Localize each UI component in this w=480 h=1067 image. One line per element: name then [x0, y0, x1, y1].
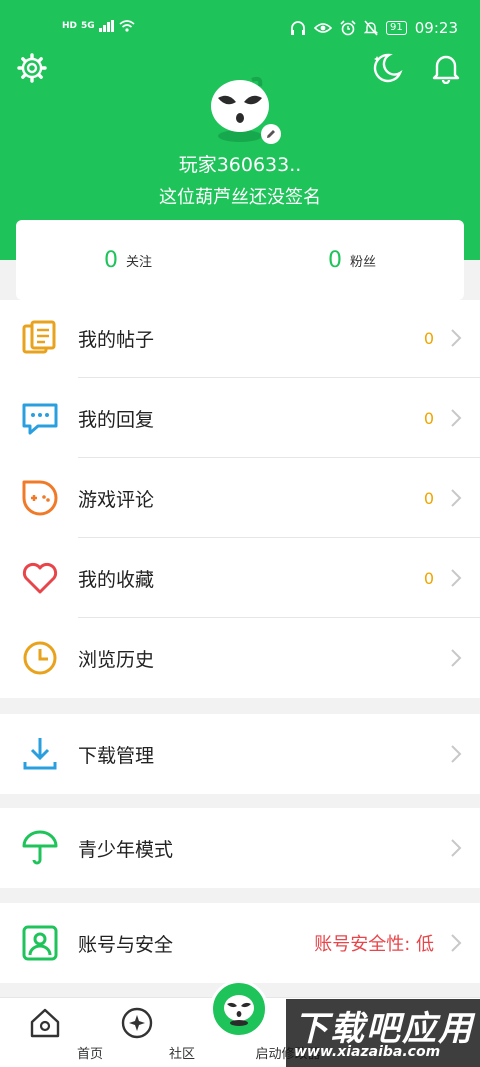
downloads-group: 下载管理: [0, 714, 480, 794]
menu-item-label: 账号与安全: [78, 933, 174, 956]
menu-item-label: 我的帖子: [78, 328, 155, 351]
menu-item-my-posts[interactable]: 我的帖子 0: [0, 300, 480, 378]
watermark-url: www.xiazaiba.com: [294, 1044, 441, 1060]
mute-icon: [364, 20, 379, 36]
menu-item-label: 青少年模式: [78, 838, 174, 861]
chevron-right-icon: [451, 745, 462, 763]
menu-item-label: 我的收藏: [78, 568, 155, 591]
menu-item-label: 下载管理: [78, 744, 155, 767]
followers-label: 粉丝: [349, 254, 376, 270]
chevron-right-icon: [451, 649, 462, 667]
username[interactable]: 玩家360633..: [0, 150, 480, 177]
tab-home[interactable]: 首页: [0, 998, 103, 1067]
security-level-text: 账号安全性: 低: [314, 934, 434, 955]
launcher-mascot-icon: [210, 980, 268, 1038]
account-user-icon: [22, 925, 58, 961]
content-menu-group: 我的帖子 0 我的回复 0 游戏评论 0 我的收藏 0 浏览历史: [0, 300, 480, 698]
menu-item-downloads[interactable]: 下载管理: [0, 714, 480, 794]
menu-item-label: 游戏评论: [78, 488, 155, 511]
posts-count: 0: [423, 328, 434, 348]
posts-document-icon: [22, 320, 56, 354]
replies-count: 0: [423, 408, 434, 428]
follow-stats-card: 0 关注 0 粉丝: [16, 220, 464, 300]
night-mode-moon-icon[interactable]: [366, 48, 406, 88]
following-label: 关注: [125, 254, 152, 270]
clock-icon: [23, 641, 57, 675]
tab-community[interactable]: 社区: [92, 998, 195, 1067]
following-count: 0: [103, 247, 118, 273]
menu-item-favorites[interactable]: 我的收藏 0: [0, 538, 480, 618]
notification-bell-icon[interactable]: [426, 48, 466, 88]
watermark: 下载吧应用 www.xiazaiba.com: [286, 999, 480, 1067]
wifi-icon: [119, 20, 135, 32]
menu-item-my-replies[interactable]: 我的回复 0: [0, 378, 480, 458]
account-group: 账号与安全 账号安全性: 低: [0, 903, 480, 983]
favorites-count: 0: [423, 568, 434, 588]
user-signature[interactable]: 这位葫芦丝还没签名: [0, 183, 480, 209]
gamepad-icon: [22, 480, 58, 516]
chevron-right-icon: [451, 329, 462, 347]
menu-item-label: 浏览历史: [78, 648, 155, 671]
settings-gear-icon[interactable]: [12, 48, 52, 88]
chevron-right-icon: [451, 934, 462, 952]
eye-icon: [314, 23, 333, 33]
tab-launch-modifier[interactable]: 启动修改器: [192, 980, 321, 1067]
chevron-right-icon: [451, 489, 462, 507]
watermark-title: 下载吧应用: [294, 1009, 474, 1049]
menu-item-history[interactable]: 浏览历史: [0, 618, 480, 698]
edit-profile-pencil-icon[interactable]: [261, 124, 281, 144]
chevron-right-icon: [451, 409, 462, 427]
reply-chat-bubble-icon: [22, 403, 58, 435]
alarm-icon: [340, 20, 356, 36]
community-sparkle-icon: [121, 1007, 153, 1039]
menu-item-teen-mode[interactable]: 青少年模式: [0, 808, 480, 888]
menu-item-label: 我的回复: [78, 408, 155, 431]
following-stat[interactable]: 0 关注: [16, 220, 240, 300]
network-type: 5G: [81, 21, 95, 31]
battery-level: 91: [386, 21, 407, 35]
menu-item-game-reviews[interactable]: 游戏评论 0: [0, 458, 480, 538]
umbrella-icon: [22, 830, 58, 865]
menu-item-account-security[interactable]: 账号与安全 账号安全性: 低: [0, 903, 480, 983]
home-icon: [30, 1008, 60, 1038]
hd-indicator: HD: [62, 21, 78, 31]
heart-icon: [22, 562, 58, 594]
signal-icon: [98, 20, 114, 32]
chevron-right-icon: [451, 839, 462, 857]
followers-count: 0: [327, 247, 342, 273]
download-icon: [23, 738, 57, 770]
reviews-count: 0: [423, 488, 434, 508]
status-bar: HD 5G 91 09:23: [0, 0, 480, 46]
followers-stat[interactable]: 0 粉丝: [240, 220, 464, 300]
chevron-right-icon: [451, 569, 462, 587]
headphones-icon: [291, 21, 306, 35]
status-time: 09:23: [414, 19, 458, 37]
teen-mode-group: 青少年模式: [0, 808, 480, 888]
